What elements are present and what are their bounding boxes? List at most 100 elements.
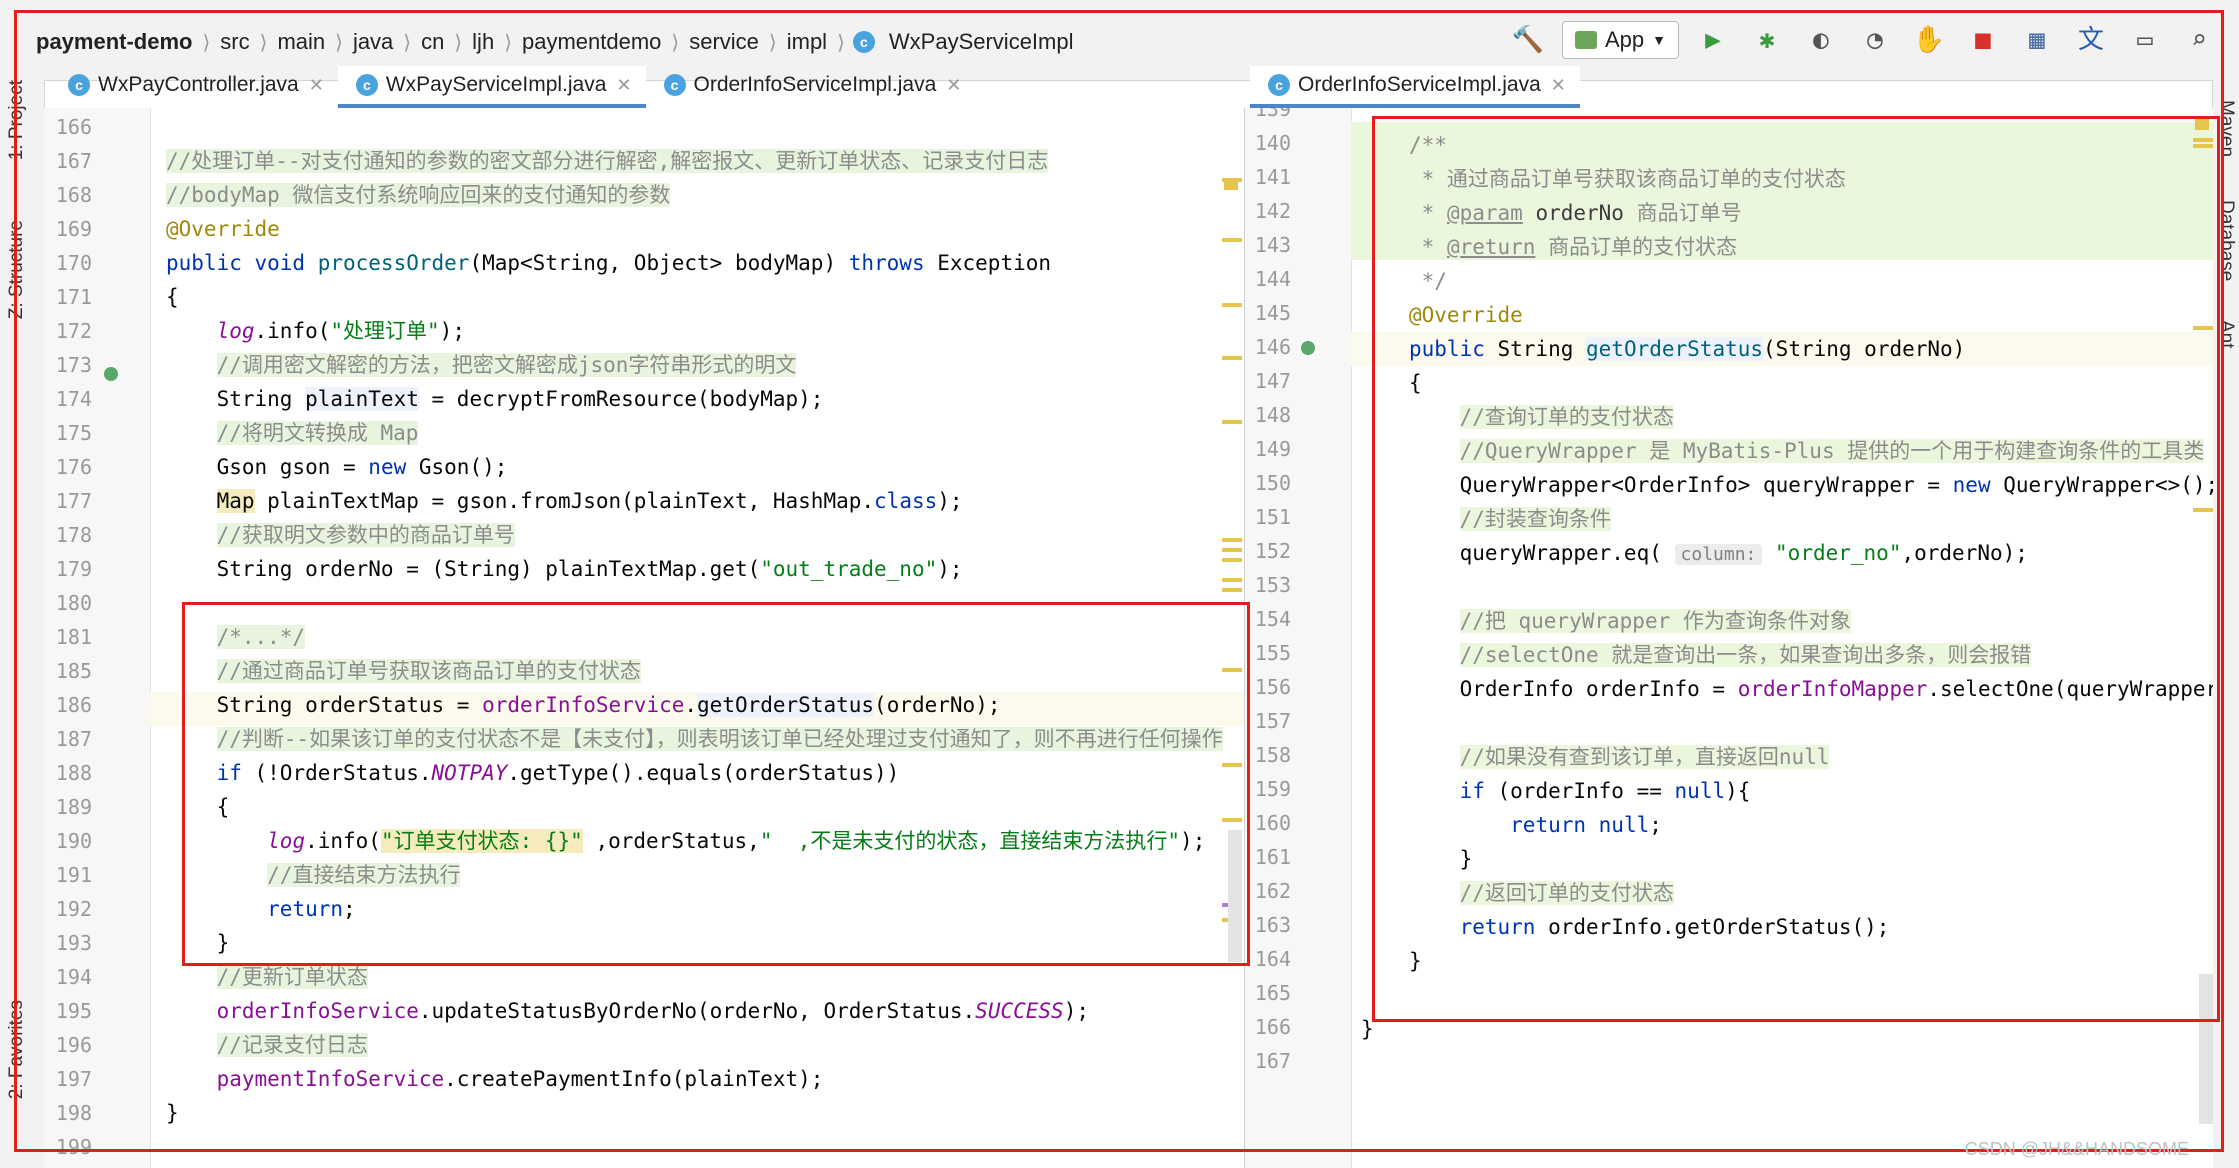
- line-number: 157: [1254, 709, 1291, 733]
- run-icon[interactable]: ▶: [1693, 20, 1733, 60]
- line-number: 177: [55, 489, 92, 513]
- line-number: 159: [1254, 777, 1291, 801]
- breadcrumb-ljh[interactable]: ljh: [466, 29, 500, 55]
- marker[interactable]: [1222, 558, 1242, 562]
- line-number: 158: [1254, 743, 1291, 767]
- scrollbar-thumb[interactable]: [1228, 830, 1242, 962]
- close-icon[interactable]: ✕: [1551, 75, 1566, 96]
- tab-label: WxPayServiceImpl.java: [385, 73, 607, 96]
- run-configuration-select[interactable]: App ▼: [1561, 21, 1679, 59]
- maven-tool-tab[interactable]: Maven: [2215, 100, 2237, 157]
- line-number: 163: [1254, 913, 1291, 937]
- marker[interactable]: [1222, 538, 1242, 542]
- marker[interactable]: [2193, 508, 2213, 512]
- scrollbar-thumb[interactable]: [2199, 974, 2213, 1124]
- marker[interactable]: [1222, 763, 1242, 767]
- breadcrumb-class[interactable]: WxPayServiceImpl: [883, 29, 1080, 55]
- left-tool-strip: 1: Project Z: Structure 2: Favorites: [0, 80, 45, 1168]
- structure-tool-tab[interactable]: Z: Structure: [6, 220, 28, 319]
- line-number: 142: [1254, 199, 1291, 223]
- implements-gutter-icon[interactable]: [1301, 341, 1315, 355]
- breadcrumb-service[interactable]: service: [683, 29, 765, 55]
- close-icon[interactable]: ✕: [946, 75, 961, 96]
- breadcrumb-impl[interactable]: impl: [781, 29, 833, 55]
- line-number: 180: [55, 591, 92, 615]
- line-number: 152: [1254, 539, 1291, 563]
- line-number: 198: [55, 1101, 92, 1125]
- marker[interactable]: [1222, 588, 1242, 592]
- profile-icon[interactable]: ◔: [1855, 20, 1895, 60]
- line-number: 140: [1254, 131, 1291, 155]
- marker[interactable]: [1222, 818, 1242, 822]
- breadcrumb-src[interactable]: src: [214, 29, 255, 55]
- line-number: 189: [55, 795, 92, 819]
- line-number: 154: [1254, 607, 1291, 631]
- left-editor[interactable]: 166 167 168 169 170 171 172 173 174 175 176 177 178 1…: [44, 108, 1245, 1168]
- marker[interactable]: [1222, 668, 1242, 672]
- tab-label: OrderInfoServiceImpl.java: [1298, 73, 1541, 96]
- class-icon: c: [1268, 74, 1290, 96]
- line-number: 199: [55, 1135, 92, 1159]
- breadcrumb-paymentdemo[interactable]: paymentdemo: [516, 29, 667, 55]
- marker[interactable]: [2193, 138, 2213, 142]
- breadcrumb: payment-demo ⟩ src ⟩ main ⟩ java ⟩ cn ⟩ ljh ⟩ …: [30, 22, 1079, 62]
- line-number: 143: [1254, 233, 1291, 257]
- project-structure-icon[interactable]: ▦: [2017, 20, 2057, 60]
- line-number: 185: [55, 659, 92, 683]
- line-number: 179: [55, 557, 92, 581]
- tab-orderinfoserviceimpl-right[interactable]: c OrderInfoServiceImpl.java ✕: [1250, 66, 1580, 108]
- marker[interactable]: [1222, 420, 1242, 424]
- right-tool-strip: Maven Database Ant: [2212, 80, 2239, 1168]
- line-number: 153: [1254, 573, 1291, 597]
- line-number: 150: [1254, 471, 1291, 495]
- line-number: 162: [1254, 879, 1291, 903]
- marker[interactable]: [1222, 303, 1242, 307]
- line-number: 172: [55, 319, 92, 343]
- marker[interactable]: [1222, 548, 1242, 552]
- search-icon[interactable]: ⌕: [2179, 20, 2219, 60]
- override-gutter-icon[interactable]: [104, 367, 118, 381]
- tab-wxpayserviceimpl[interactable]: c WxPayServiceImpl.java ✕: [337, 66, 646, 108]
- line-number: 175: [55, 421, 92, 445]
- marker[interactable]: [1222, 178, 1242, 182]
- stop-icon[interactable]: ■: [1963, 20, 2003, 60]
- line-number: 168: [55, 183, 92, 207]
- tab-wxpaycontroller[interactable]: c WxPayController.java ✕: [50, 66, 338, 108]
- line-number: 156: [1254, 675, 1291, 699]
- line-number: 145: [1254, 301, 1291, 325]
- window-icon[interactable]: ▭: [2125, 20, 2165, 60]
- breadcrumb-project[interactable]: payment-demo: [30, 29, 198, 55]
- tab-orderinfoserviceimpl[interactable]: c OrderInfoServiceImpl.java ✕: [646, 66, 976, 108]
- right-editor-tabs: c OrderInfoServiceImpl.java ✕: [1250, 66, 1580, 108]
- debug-icon[interactable]: ✱: [1747, 20, 1787, 60]
- marker[interactable]: [2193, 326, 2213, 330]
- ant-tool-tab[interactable]: Ant: [2215, 320, 2237, 349]
- line-number: 190: [55, 829, 92, 853]
- attach-icon[interactable]: ✋: [1909, 20, 1949, 60]
- translate-icon[interactable]: 文: [2071, 20, 2111, 60]
- breadcrumb-java[interactable]: java: [347, 29, 399, 55]
- line-number: 174: [55, 387, 92, 411]
- hammer-icon[interactable]: 🔨: [1508, 20, 1548, 60]
- warning-marker[interactable]: [2195, 118, 2209, 130]
- line-number: 191: [55, 863, 92, 887]
- project-tool-tab[interactable]: 1: Project: [6, 80, 28, 160]
- database-tool-tab[interactable]: Database: [2215, 200, 2237, 281]
- line-number: 187: [55, 727, 92, 751]
- marker[interactable]: [2193, 144, 2213, 148]
- breadcrumb-main[interactable]: main: [271, 29, 331, 55]
- marker[interactable]: [1222, 578, 1242, 582]
- line-number: 148: [1254, 403, 1291, 427]
- marker[interactable]: [1222, 238, 1242, 242]
- close-icon[interactable]: ✕: [309, 75, 324, 96]
- line-number: 161: [1254, 845, 1291, 869]
- right-editor[interactable]: 139 140 141 142 143 144 145 146 147 148 149 150 151 1…: [1245, 108, 2213, 1168]
- breadcrumb-cn[interactable]: cn: [415, 29, 450, 55]
- close-icon[interactable]: ✕: [616, 75, 631, 96]
- line-number: 167: [1254, 1049, 1291, 1073]
- coverage-icon[interactable]: ◐: [1801, 20, 1841, 60]
- line-number: 194: [55, 965, 92, 989]
- favorites-tool-tab[interactable]: 2: Favorites: [6, 1000, 28, 1099]
- line-number: 176: [55, 455, 92, 479]
- marker[interactable]: [1222, 356, 1242, 360]
